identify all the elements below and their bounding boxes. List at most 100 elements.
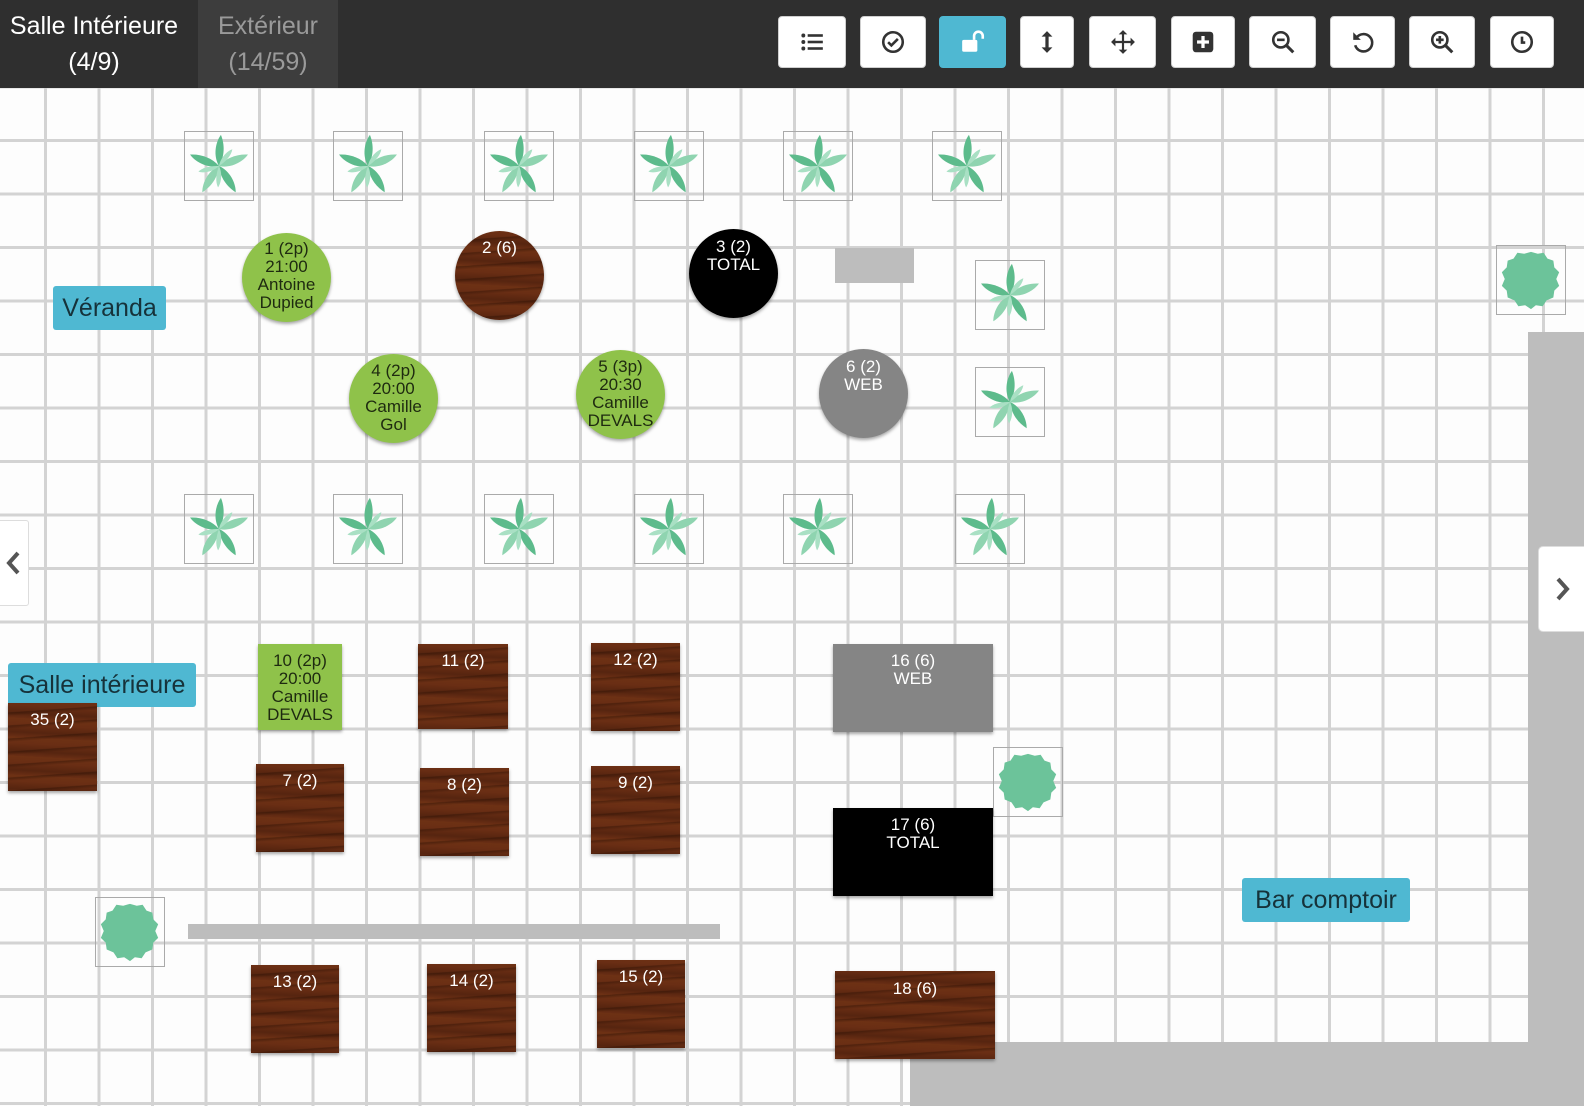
guest-first-name: Camille: [271, 687, 329, 706]
plant-decor[interactable]: [955, 494, 1025, 564]
bush-decor[interactable]: [1496, 245, 1566, 315]
room-tab-count: (4/9): [68, 48, 120, 76]
table-35[interactable]: 35 (2): [8, 703, 97, 791]
zone-label-salle[interactable]: Salle intérieure: [8, 663, 196, 707]
plant-decor[interactable]: [634, 494, 704, 564]
table-13[interactable]: 13 (2): [251, 965, 339, 1053]
reservation-time: 20:00: [278, 669, 322, 688]
vertical-arrows-icon: [1041, 31, 1053, 53]
plant-decor[interactable]: [783, 131, 853, 201]
table-11[interactable]: 11 (2): [418, 644, 508, 729]
undo-button[interactable]: [1330, 16, 1395, 68]
previous-room-button[interactable]: [0, 520, 29, 606]
move-button[interactable]: [1089, 16, 1156, 68]
table-number: 5 (3p): [598, 357, 643, 376]
table-14[interactable]: 14 (2): [427, 964, 516, 1052]
table-status: WEB: [844, 375, 883, 394]
table-number: 12 (2): [613, 650, 658, 669]
bar-counter-horizontal[interactable]: [910, 1042, 1584, 1106]
validate-button[interactable]: [860, 16, 926, 68]
leaf-plant-icon: [188, 134, 250, 194]
plant-decor[interactable]: [783, 494, 853, 564]
table-15[interactable]: 15 (2): [597, 960, 685, 1048]
plant-decor[interactable]: [484, 494, 554, 564]
table-number: 6 (2): [846, 357, 881, 376]
table-status: WEB: [893, 669, 933, 688]
table-7[interactable]: 7 (2): [256, 764, 344, 852]
table-number: 15 (2): [618, 967, 664, 986]
next-room-button[interactable]: [1538, 546, 1584, 632]
clock-button[interactable]: [1490, 16, 1554, 68]
unlock-button[interactable]: [939, 16, 1006, 68]
room-tab-name: Salle Intérieure: [9, 12, 179, 40]
bar-counter-vertical[interactable]: [1528, 332, 1584, 1106]
table-number: 7 (2): [282, 771, 318, 790]
table-number: 4 (2p): [371, 361, 416, 380]
table-18[interactable]: 18 (6): [835, 971, 995, 1059]
leaf-plant-icon: [638, 134, 700, 194]
bush-decor[interactable]: [993, 747, 1063, 817]
leaf-plant-icon: [787, 497, 849, 557]
leaf-plant-icon: [488, 134, 550, 194]
table-9[interactable]: 9 (2): [591, 766, 680, 854]
room-tab-salle-interieure[interactable]: Salle Intérieure (4/9): [0, 0, 188, 88]
round-bush-icon: [1501, 251, 1560, 310]
guest-last-name: DEVALS: [267, 705, 333, 724]
leaf-plant-icon: [337, 134, 399, 194]
bush-decor[interactable]: [95, 897, 165, 967]
table-12[interactable]: 12 (2): [591, 643, 680, 731]
plant-decor[interactable]: [333, 131, 403, 201]
guest-first-name: Antoine: [257, 275, 316, 294]
plant-decor[interactable]: [184, 131, 254, 201]
table-5[interactable]: 5 (3p) 20:30 Camille DEVALS: [576, 350, 665, 439]
table-10[interactable]: 10 (2p) 20:00 Camille DEVALS: [258, 644, 342, 730]
resize-vertical-button[interactable]: [1020, 16, 1074, 68]
reservation-time: 21:00: [265, 257, 308, 276]
table-4[interactable]: 4 (2p) 20:00 Camille Gol: [349, 354, 438, 443]
table-8[interactable]: 8 (2): [420, 768, 509, 856]
check-circle-icon: [881, 30, 905, 54]
table-6[interactable]: 6 (2) WEB: [819, 349, 908, 438]
table-3[interactable]: 3 (2) TOTAL: [689, 229, 778, 318]
table-1[interactable]: 1 (2p) 21:00 Antoine Dupied: [242, 233, 331, 322]
table-number: 9 (2): [618, 773, 653, 792]
table-number: 18 (6): [892, 979, 938, 998]
table-number: 17 (6): [890, 815, 936, 834]
clock-icon: [1510, 30, 1534, 54]
leaf-plant-icon: [979, 263, 1041, 323]
round-bush-icon: [100, 903, 159, 962]
small-counter[interactable]: [835, 248, 914, 283]
table-number: 11 (2): [441, 651, 485, 670]
room-tab-exterieur[interactable]: Extérieur (14/59): [198, 0, 338, 88]
table-number: 3 (2): [716, 237, 751, 256]
table-status: TOTAL: [886, 833, 940, 852]
plant-decor[interactable]: [484, 131, 554, 201]
guest-last-name: Dupied: [259, 293, 314, 312]
list-button[interactable]: [778, 16, 846, 68]
room-tab-count: (14/59): [228, 48, 308, 76]
zone-label-bar[interactable]: Bar comptoir: [1242, 878, 1410, 922]
guest-last-name: DEVALS: [587, 411, 654, 430]
plant-decor[interactable]: [975, 367, 1045, 437]
plant-decor[interactable]: [932, 131, 1002, 201]
round-bush-icon: [998, 753, 1057, 812]
unlock-icon: [961, 30, 984, 52]
move-icon: [1110, 30, 1135, 54]
partition-wall[interactable]: [188, 924, 720, 939]
room-tab-name: Extérieur: [217, 12, 319, 40]
zoom-in-icon: [1430, 30, 1454, 54]
zoom-in-button[interactable]: [1409, 16, 1475, 68]
table-16[interactable]: 16 (6) WEB: [833, 644, 993, 732]
plant-decor[interactable]: [634, 131, 704, 201]
table-2[interactable]: 2 (6): [455, 231, 544, 320]
plant-decor[interactable]: [975, 260, 1045, 330]
plant-decor[interactable]: [333, 494, 403, 564]
chevron-right-icon: [1556, 577, 1570, 601]
table-17[interactable]: 17 (6) TOTAL: [833, 808, 993, 896]
reservation-time: 20:00: [372, 379, 415, 398]
add-table-button[interactable]: [1171, 16, 1235, 68]
zone-label-veranda[interactable]: Véranda: [53, 286, 166, 330]
plant-decor[interactable]: [184, 494, 254, 564]
zoom-out-icon: [1271, 30, 1294, 54]
zoom-out-button[interactable]: [1249, 16, 1316, 68]
